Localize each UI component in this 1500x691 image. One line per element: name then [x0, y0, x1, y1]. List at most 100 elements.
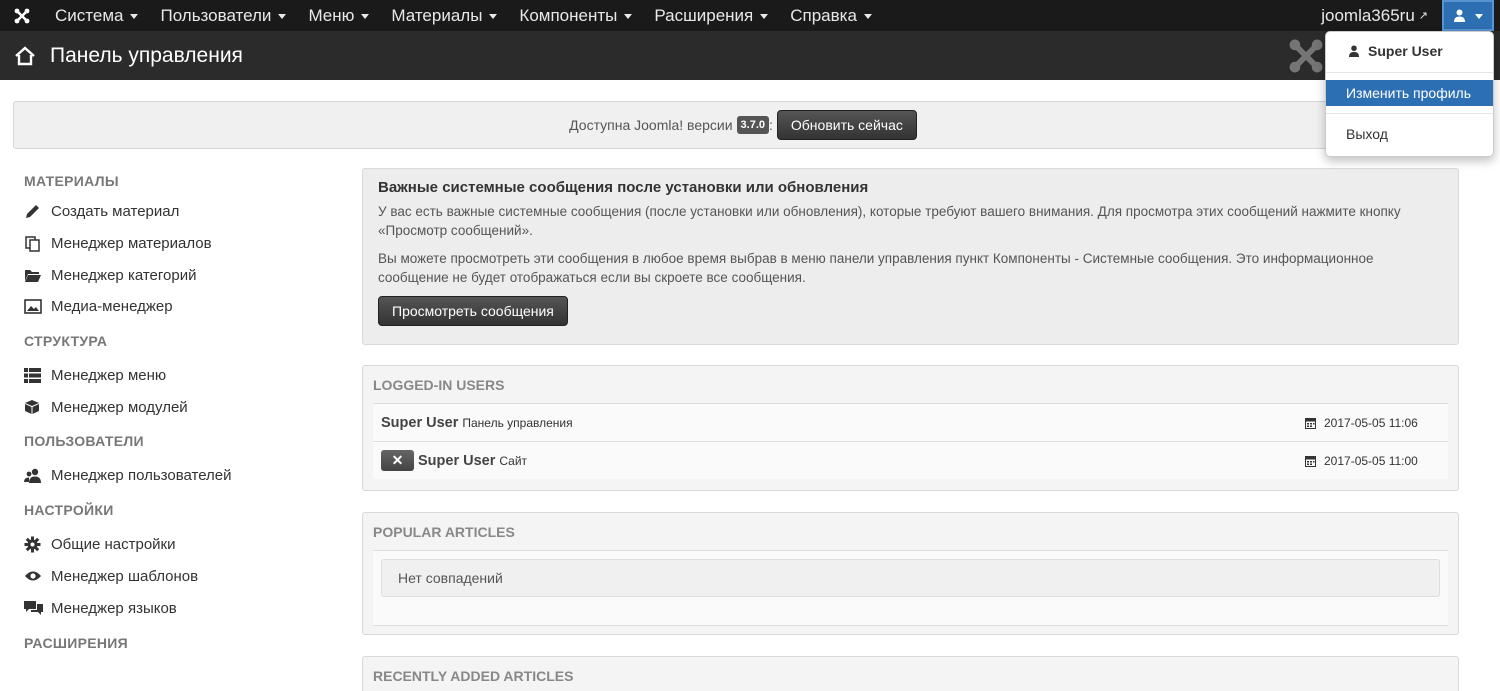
menu-menus[interactable]: Меню: [297, 0, 380, 31]
menu-label: Расширения: [654, 5, 754, 25]
dropdown-user-header: Super User: [1326, 32, 1493, 70]
external-link-icon: ↗: [1418, 10, 1428, 22]
sidebar-item-templates[interactable]: Менеджер шаблонов: [24, 561, 324, 593]
sidebar-item-media[interactable]: Медиа-менеджер: [24, 291, 324, 323]
menu-label: Меню: [308, 5, 355, 25]
calendar-icon: [1305, 417, 1316, 429]
sidebar-item-label: Общие настройки: [51, 536, 176, 554]
panel-heading: POPULAR ARTICLES: [373, 524, 515, 540]
recent-articles-panel: RECENTLY ADDED ARTICLES: [362, 656, 1459, 691]
copy-icon: [24, 235, 51, 252]
no-matches-message: Нет совпадений: [381, 559, 1440, 597]
sidebar-heading-extensions: РАСШИРЕНИЯ: [24, 634, 129, 651]
sidebar-item-label: Менеджер материалов: [51, 235, 212, 253]
menu-label: Система: [55, 5, 124, 25]
sidebar-item-global-config[interactable]: Общие настройки: [24, 529, 324, 561]
login-date-value: 2017-05-05 11:00: [1324, 453, 1418, 468]
logout-item[interactable]: Выход: [1326, 121, 1493, 147]
sidebar-item-label: Создать материал: [51, 203, 180, 221]
menu-components[interactable]: Компоненты: [508, 0, 643, 31]
pencil-icon: [24, 203, 51, 220]
site-name: joomla365ru: [1321, 5, 1415, 25]
caret-down-icon: [278, 14, 287, 19]
eye-icon: [24, 570, 51, 582]
menu-label: Материалы: [391, 5, 483, 25]
sidebar-item-articles[interactable]: Менеджер материалов: [24, 228, 324, 260]
caret-down-icon: [1475, 14, 1483, 19]
caret-down-icon: [489, 14, 498, 19]
system-messages-info: Вы можете просмотреть эти сообщения в лю…: [378, 251, 1374, 285]
menu-label: Компоненты: [519, 5, 618, 25]
caret-down-icon: [624, 14, 633, 19]
sidebar-item-menus[interactable]: Менеджер меню: [24, 360, 324, 392]
logged-in-users-panel: LOGGED-IN USERS Super User Панель управл…: [362, 365, 1459, 491]
cube-icon: [24, 399, 51, 415]
user-icon: [1454, 9, 1465, 22]
page-title: Панель управления: [50, 43, 243, 67]
edit-profile-item[interactable]: Изменить профиль: [1326, 80, 1493, 106]
panel-heading: RECENTLY ADDED ARTICLES: [373, 668, 574, 684]
system-messages-title: Важные системные сообщения после установ…: [378, 179, 869, 196]
calendar-icon: [1305, 455, 1316, 467]
logout-user-button[interactable]: ✕: [381, 450, 414, 471]
system-messages-text: У вас есть важные системные сообщения (п…: [378, 204, 1401, 238]
caret-down-icon: [863, 14, 872, 19]
site-link[interactable]: joomla365ru ↗: [1321, 6, 1442, 26]
user-menu-toggle[interactable]: [1442, 0, 1494, 31]
version-badge: 3.7.0: [736, 116, 769, 134]
table-row: ✕ Super User Сайт 2017-05-05 11:00: [373, 441, 1448, 479]
popular-articles-body: Нет совпадений: [373, 550, 1448, 626]
user-name-link[interactable]: Super User: [381, 415, 458, 431]
user-location: Сайт: [499, 453, 528, 468]
update-text: Доступна Joomla! версии: [569, 117, 733, 133]
sidebar-item-new-article[interactable]: Создать материал: [24, 196, 324, 228]
caret-down-icon: [361, 14, 370, 19]
divider: [1326, 113, 1493, 114]
user-dropdown-menu: Super User Изменить профиль Выход: [1325, 31, 1494, 157]
sidebar-item-label: Менеджер языков: [51, 599, 177, 617]
menu-label: Пользователи: [160, 5, 272, 25]
sidebar-heading-structure: СТРУКТУРА: [24, 332, 108, 349]
update-colon: :: [769, 117, 773, 133]
sidebar-item-label: Менеджер шаблонов: [51, 567, 199, 585]
menu-label: Справка: [790, 5, 857, 25]
user-name-link[interactable]: Super User: [418, 453, 495, 469]
popular-articles-panel: POPULAR ARTICLES Нет совпадений: [362, 512, 1459, 635]
sidebar-item-modules[interactable]: Менеджер модулей: [24, 391, 324, 423]
menu-system[interactable]: Система: [44, 0, 149, 31]
sidebar-item-label: Менеджер категорий: [51, 266, 197, 284]
menu-extensions[interactable]: Расширения: [643, 0, 779, 31]
menu-content[interactable]: Материалы: [380, 0, 508, 31]
menu-help[interactable]: Справка: [779, 0, 883, 31]
page-header: Панель управления: [0, 31, 1500, 80]
sidebar-item-label: Менеджер меню: [51, 367, 167, 385]
comments-icon: [24, 600, 51, 616]
menu-users[interactable]: Пользователи: [149, 0, 297, 31]
joomla-logo-icon[interactable]: [0, 0, 44, 31]
sidebar-heading-content: МАТЕРИАЛЫ: [24, 173, 119, 189]
update-now-button[interactable]: Обновить сейчас: [776, 110, 917, 140]
view-messages-button[interactable]: Просмотреть сообщения: [378, 296, 568, 326]
divider: [1326, 72, 1493, 73]
login-date: 2017-05-05 11:06: [1305, 416, 1418, 430]
folder-open-icon: [24, 268, 51, 283]
sidebar: МАТЕРИАЛЫ Создать материал Менеджер мате…: [24, 170, 324, 654]
sidebar-item-label: Менеджер пользователей: [51, 467, 232, 485]
cog-icon: [24, 536, 51, 553]
sidebar-item-label: Медиа-менеджер: [51, 298, 173, 316]
sidebar-item-label: Менеджер модулей: [51, 398, 188, 416]
sidebar-item-languages[interactable]: Менеджер языков: [24, 592, 324, 624]
login-date-value: 2017-05-05 11:06: [1324, 415, 1418, 430]
sidebar-item-categories[interactable]: Менеджер категорий: [24, 259, 324, 291]
table-row: Super User Панель управления 2017-05-05 …: [373, 403, 1448, 441]
users-icon: [24, 468, 51, 484]
caret-down-icon: [130, 14, 139, 19]
user-icon: [1348, 45, 1360, 57]
sidebar-item-users[interactable]: Менеджер пользователей: [24, 460, 324, 492]
picture-icon: [24, 299, 51, 315]
sidebar-heading-users: ПОЛЬЗОВАТЕЛИ: [24, 433, 144, 450]
home-icon: [0, 45, 50, 66]
update-notice: Доступна Joomla! версии 3.7.0 : Обновить…: [13, 101, 1473, 149]
joomla-watermark-icon: [1286, 36, 1326, 81]
dropdown-user-name: Super User: [1368, 43, 1443, 59]
